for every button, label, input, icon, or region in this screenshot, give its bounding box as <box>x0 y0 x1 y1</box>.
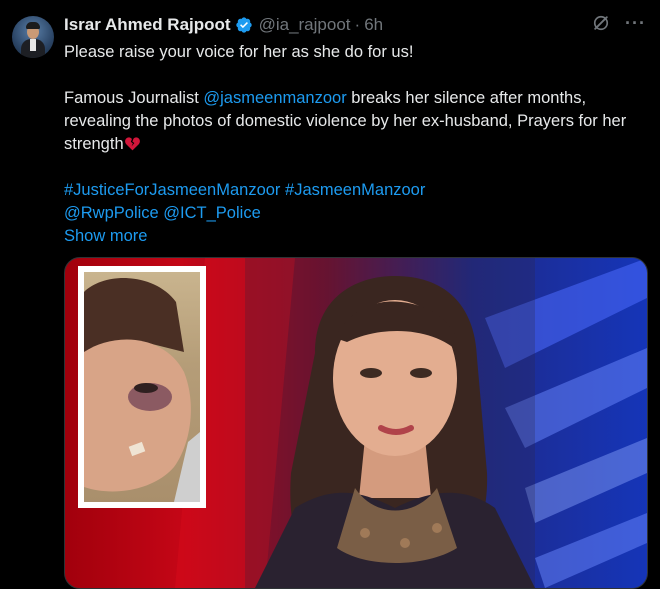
author-handle[interactable]: @ia_rajpoot <box>259 15 351 35</box>
rwp-police-mention-link[interactable]: @RwpPolice <box>64 204 159 222</box>
scarf-pattern-3 <box>432 523 442 533</box>
verified-badge-icon <box>235 17 252 33</box>
tweet-text: Please raise your voice for her as she d… <box>64 41 644 248</box>
police-mentions-line: @RwpPolice @ICT_Police <box>64 202 644 225</box>
tweet-header: Israr Ahmed Rajpoot @ia_rajpoot · 6h <box>64 12 383 38</box>
tweet-paragraph-2: Famous Journalist @jasmeenmanzoor breaks… <box>64 87 644 156</box>
blue-streak-3 <box>525 438 647 523</box>
anchor-right-eye <box>410 368 432 378</box>
hashtags-line: #JusticeForJasmeenManzoor #JasmeenManzoo… <box>64 179 644 202</box>
anchor-left-eye <box>360 368 382 378</box>
scarf-pattern-1 <box>360 528 370 538</box>
inset-eye <box>134 383 158 393</box>
journalist-mention-link[interactable]: @jasmeenmanzoor <box>203 89 346 107</box>
separator-dot: · <box>354 15 361 34</box>
tweet-media-image[interactable] <box>64 257 648 589</box>
scarf-pattern-2 <box>400 538 410 548</box>
hashtag-justice-link[interactable]: #JusticeForJasmeenManzoor <box>64 181 280 199</box>
broken-heart-icon <box>124 137 140 151</box>
avatar-shirt <box>30 39 36 51</box>
more-icon[interactable]: ··· <box>625 13 646 33</box>
tweet-line-1: Please raise your voice for her as she d… <box>64 43 414 61</box>
show-more-link[interactable]: Show more <box>64 227 147 245</box>
inset-photo-frame <box>78 266 206 508</box>
grok-icon[interactable] <box>591 13 611 33</box>
para2-prefix: Famous Journalist <box>64 89 204 107</box>
inset-injury-photo <box>84 278 200 502</box>
ict-police-mention-link[interactable]: @ICT_Police <box>163 204 260 222</box>
top-actions: ··· <box>591 13 646 33</box>
author-name[interactable]: Israr Ahmed Rajpoot <box>64 15 231 35</box>
timestamp[interactable]: 6h <box>364 15 383 35</box>
inset-face <box>84 339 191 492</box>
hashtag-jasmeen-link[interactable]: #JasmeenManzoor <box>285 181 425 199</box>
avatar[interactable] <box>12 16 54 58</box>
tweet[interactable]: Israr Ahmed Rajpoot @ia_rajpoot · 6h ···… <box>0 0 660 589</box>
avatar-hair <box>26 22 40 29</box>
inset-photo <box>84 272 200 502</box>
